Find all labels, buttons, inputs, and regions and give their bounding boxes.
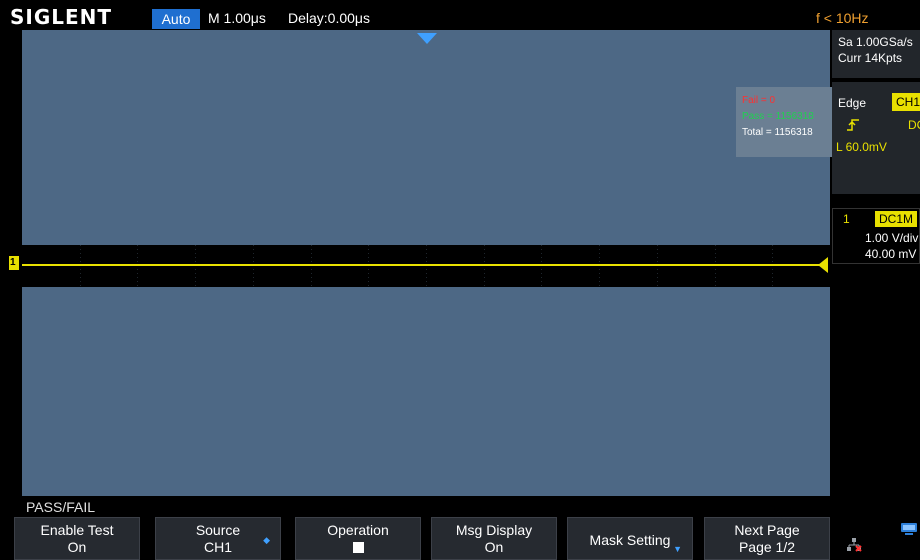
softkey-value: Page 1/2 xyxy=(738,539,796,555)
channel1-ground-marker[interactable]: 1 xyxy=(9,256,19,270)
mask-setting-button[interactable]: Mask Setting ▼ xyxy=(567,517,693,560)
trigger-info[interactable]: Edge CH1 DC L 60.0mV xyxy=(832,82,920,194)
brand-logo: SIGLENT xyxy=(10,5,113,29)
submenu-arrow-icon: ▼ xyxy=(673,544,682,554)
waveform-display[interactable]: Fail = 0 Pass = 1156318 Total = 1156318 xyxy=(22,30,846,496)
trigger-coupling: DC xyxy=(908,118,920,132)
softkey-value: CH1 xyxy=(203,539,232,555)
channel1-info[interactable]: 1 DC1M 1.00 V/div 40.00 mV xyxy=(832,208,920,264)
msg-display-button[interactable]: Msg Display On xyxy=(431,517,557,560)
usb-device-icon xyxy=(901,523,917,535)
trigger-level-marker[interactable] xyxy=(818,257,828,273)
volts-per-div: 1.00 V/div xyxy=(865,231,919,245)
source-button[interactable]: Source CH1 ◆ xyxy=(155,517,281,560)
delay-readout[interactable]: Delay:0.00μs xyxy=(288,10,370,26)
pass-count: Pass = 1156318 xyxy=(742,111,814,122)
acquisition-info[interactable]: Sa 1.00GSa/s Curr 14Kpts xyxy=(832,30,920,78)
fail-count: Fail = 0 xyxy=(742,95,776,106)
stop-square-icon xyxy=(352,542,364,553)
trigger-position-marker[interactable] xyxy=(417,33,437,44)
enable-test-button[interactable]: Enable Test On xyxy=(14,517,140,560)
sample-rate: Sa 1.00GSa/s xyxy=(838,35,913,49)
softkey-label: Operation xyxy=(327,522,389,538)
operation-button[interactable]: Operation xyxy=(295,517,421,560)
timebase-readout[interactable]: M 1.00μs xyxy=(208,10,266,26)
right-info-panel: Sa 1.00GSa/s Curr 14Kpts Edge CH1 DC L 6… xyxy=(832,30,920,496)
softkey-label: Source xyxy=(195,522,241,538)
trigger-mode-badge[interactable]: Auto xyxy=(152,9,200,29)
softkey-label: Msg Display xyxy=(455,522,533,538)
softkey-label: Next Page xyxy=(734,522,800,538)
channel1-trace xyxy=(22,264,828,266)
trigger-type: Edge xyxy=(838,96,867,110)
next-page-button[interactable]: Next Page Page 1/2 xyxy=(704,517,830,560)
graticule xyxy=(80,245,773,287)
network-disconnected-icon xyxy=(847,538,862,552)
channel-number: 1 xyxy=(843,212,850,226)
knob-adjust-icon: ◆ xyxy=(263,535,270,545)
rising-edge-icon xyxy=(846,118,860,135)
menu-title: PASS/FAIL xyxy=(26,499,95,515)
memory-depth: Curr 14Kpts xyxy=(838,51,903,65)
frequency-counter: f < 10Hz xyxy=(816,10,869,26)
pass-fail-statistics: Fail = 0 Pass = 1156318 Total = 1156318 xyxy=(736,87,846,157)
total-count: Total = 1156318 xyxy=(742,127,813,138)
trigger-source: CH1 xyxy=(892,93,920,111)
channel-coupling: DC1M xyxy=(875,211,918,227)
status-bar: SIGLENT Auto M 1.00μs Delay:0.00μs f < 1… xyxy=(0,0,920,30)
channel-offset: 40.00 mV xyxy=(865,247,917,261)
softkey-label: Enable Test xyxy=(40,522,114,538)
trigger-level: L 60.0mV xyxy=(836,140,887,154)
softkey-value: On xyxy=(484,539,504,555)
softkey-value: On xyxy=(67,539,87,555)
